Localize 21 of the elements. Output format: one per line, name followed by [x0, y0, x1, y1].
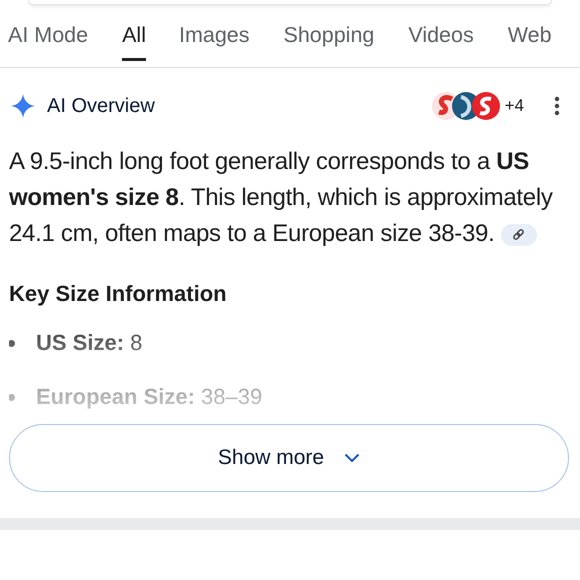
- sparkle-icon: [11, 94, 35, 118]
- link-chip[interactable]: [500, 224, 537, 246]
- tab[interactable]: Web: [508, 5, 552, 61]
- chevron-down-icon: [344, 453, 360, 463]
- source-favicons-icon[interactable]: [430, 91, 501, 121]
- tab[interactable]: All: [122, 5, 146, 61]
- bullet-icon: [8, 394, 15, 400]
- link-icon: [512, 228, 526, 242]
- section-heading: Key Size Information: [9, 280, 228, 308]
- show-more-button[interactable]: Show more: [9, 424, 569, 492]
- section-title: AI Overview: [47, 94, 156, 118]
- answer-paragraph: A 9.5-inch long foot generally corresponds to a US women's size 8. This length, which is approximately 24.1 cm, often maps to a European size 38-39.: [9, 147, 554, 249]
- source-count[interactable]: +4: [504, 96, 524, 116]
- list-item-text: European Size: 38–39: [36, 384, 262, 410]
- tab[interactable]: Videos: [408, 5, 474, 61]
- list-item-text: US Size: 8: [36, 330, 142, 356]
- tab[interactable]: AI Mode: [8, 5, 88, 61]
- tab[interactable]: Images: [178, 5, 250, 61]
- more-options-icon[interactable]: [554, 96, 560, 116]
- bullet-icon: [8, 340, 15, 346]
- tab[interactable]: Shopping: [284, 5, 374, 61]
